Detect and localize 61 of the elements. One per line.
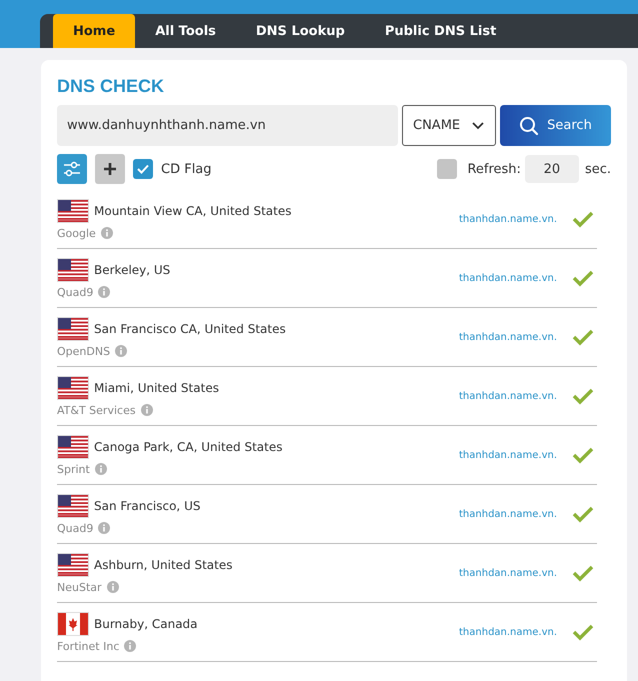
info-icon[interactable] xyxy=(124,640,136,652)
result-text: thanhdan.name.vn. xyxy=(459,332,558,342)
us-flag-icon xyxy=(57,198,89,222)
result-text: thanhdan.name.vn. xyxy=(459,272,558,284)
canada-flag-icon xyxy=(57,612,89,636)
info-icon[interactable] xyxy=(98,522,110,534)
provider-text: Quad9 xyxy=(57,522,94,534)
us-flag-icon xyxy=(57,552,89,576)
result-text: thanhdan.name.vn. xyxy=(459,214,558,224)
location-text: Canoga Park, CA, United States xyxy=(94,440,283,454)
provider-text: Fortinet Inc xyxy=(57,640,120,652)
result-text: thanhdan.name.vn. xyxy=(459,508,558,520)
search-icon xyxy=(519,116,540,136)
provider-text: OpenDNS xyxy=(57,344,110,358)
us-flag-icon xyxy=(57,258,89,282)
location-text: Mountain View CA, United States xyxy=(94,204,292,218)
us-flag-icon xyxy=(57,494,89,518)
search-button[interactable]: Search xyxy=(500,105,611,146)
nav-tab[interactable]: All Tools xyxy=(135,14,236,48)
location-text: Berkeley, US xyxy=(94,262,170,276)
provider-text: NeuStar xyxy=(57,580,102,594)
refresh-interval-field[interactable]: 20 xyxy=(524,155,579,183)
us-flag-icon xyxy=(57,316,89,340)
result-text: thanhdan.name.vn. xyxy=(459,450,558,460)
location-text: Ashburn, United States xyxy=(94,558,233,572)
location-text: Miami, United States xyxy=(94,380,219,394)
cd-flag-checkbox[interactable] xyxy=(133,159,153,179)
info-icon[interactable] xyxy=(94,463,107,475)
nav-tab[interactable]: DNS Lookup xyxy=(236,14,365,48)
info-icon[interactable] xyxy=(100,227,113,239)
info-icon[interactable] xyxy=(98,286,110,298)
result-text: thanhdan.name.vn. xyxy=(459,626,558,638)
provider-text: Sprint xyxy=(57,462,90,476)
cd-flag-label: CD Flag xyxy=(161,162,212,176)
refresh-checkbox[interactable] xyxy=(437,159,458,179)
nav-tab[interactable]: Home xyxy=(53,14,136,48)
us-flag-icon xyxy=(57,434,89,458)
location-text: Burnaby, Canada xyxy=(94,616,198,630)
card-title: DNS CHECK xyxy=(57,76,166,97)
settings-button[interactable] xyxy=(57,154,87,184)
plus-icon xyxy=(102,161,118,177)
info-icon[interactable] xyxy=(106,581,119,593)
location-text: San Francisco CA, United States xyxy=(94,322,286,336)
location-text: San Francisco, US xyxy=(94,498,200,512)
checkmark-icon xyxy=(136,163,150,175)
info-icon[interactable] xyxy=(115,345,128,357)
nav-tab[interactable]: Public DNS List xyxy=(364,14,516,48)
provider-text: Google xyxy=(57,226,96,240)
provider-text: Quad9 xyxy=(57,286,94,298)
record-type-select[interactable]: CNAME xyxy=(402,105,496,146)
refresh-label: Refresh: xyxy=(467,162,521,176)
result-text: thanhdan.name.vn. xyxy=(459,568,558,578)
sliders-icon xyxy=(62,160,82,178)
add-button[interactable] xyxy=(95,154,125,184)
us-flag-icon xyxy=(57,376,89,400)
domain-field[interactable]: www.danhuynhthanh.name.vn xyxy=(57,105,398,146)
result-text: thanhdan.name.vn. xyxy=(459,390,558,402)
info-icon[interactable] xyxy=(140,404,153,416)
seconds-unit: sec. xyxy=(584,162,611,176)
provider-text: AT&T Services xyxy=(57,404,136,416)
chevron-down-icon xyxy=(471,120,485,130)
